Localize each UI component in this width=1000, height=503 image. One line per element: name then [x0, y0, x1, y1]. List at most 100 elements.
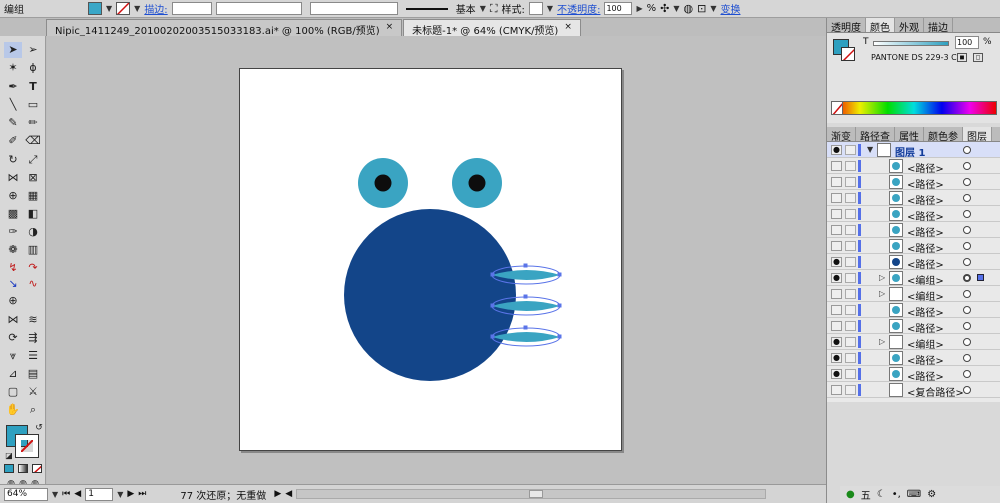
lock-toggle-icon[interactable] — [845, 257, 856, 267]
style-swatch[interactable] — [528, 2, 543, 15]
lock-toggle-icon[interactable] — [845, 177, 856, 187]
visibility-eye-icon[interactable] — [831, 321, 842, 331]
none-swatch[interactable] — [831, 101, 843, 115]
rectangle-tool-icon[interactable]: ▭ — [24, 97, 42, 113]
layer-row-main[interactable]: ● ▼ 图层 1 — [827, 142, 1000, 159]
visibility-eye-icon[interactable] — [831, 209, 842, 219]
line-tool-icon[interactable]: ╲ — [4, 97, 22, 113]
slice-tool-icon[interactable]: ⊿ — [4, 366, 22, 382]
prev-artboard-icon[interactable]: ◀ — [74, 489, 81, 499]
artboard-dropdown-icon[interactable]: ▼ — [117, 490, 123, 499]
lock-toggle-icon[interactable] — [845, 305, 856, 315]
lock-toggle-icon[interactable] — [845, 289, 856, 299]
default-colors-icon[interactable]: ◪ — [0, 448, 18, 464]
tab-color[interactable]: 颜色 — [866, 18, 895, 34]
stroke-link[interactable]: 描边: — [144, 1, 167, 16]
visibility-eye-icon[interactable]: ● — [831, 273, 842, 283]
selection-tool-icon[interactable]: ➤ — [4, 42, 22, 58]
close-icon[interactable]: × — [564, 22, 572, 36]
wave-tool-icon[interactable]: ∿ — [24, 276, 42, 292]
tray-icon[interactable]: ● — [846, 489, 855, 500]
knife-tool-icon[interactable]: ⚔ — [24, 384, 42, 400]
visibility-eye-icon[interactable]: ● — [831, 337, 842, 347]
visibility-eye-icon[interactable]: ● — [831, 257, 842, 267]
lock-toggle-icon[interactable] — [845, 353, 856, 363]
punctuation-icon[interactable]: •, — [892, 489, 901, 500]
fill-swatch[interactable] — [88, 2, 102, 15]
lasso-icon[interactable]: ϕ — [24, 60, 42, 76]
visibility-eye-icon[interactable]: ● — [831, 369, 842, 379]
tab-nipic-document[interactable]: Nipic_1411249_20100202003515033183.ai* @… — [46, 19, 403, 37]
pencil-icon[interactable]: ✏ — [24, 115, 42, 131]
eraser-icon[interactable]: ⌫ — [24, 133, 42, 149]
zoom-tool-icon[interactable]: ⌕ — [24, 402, 42, 418]
target-circle-icon[interactable] — [963, 386, 971, 394]
perspective-grid-icon[interactable]: ▦ — [24, 188, 42, 204]
color-mode-gradient-icon[interactable] — [18, 464, 28, 473]
target-circle-icon[interactable] — [963, 226, 971, 234]
target-circle-icon[interactable] — [963, 338, 971, 346]
mesh-tool-icon[interactable]: ▩ — [4, 206, 22, 222]
tab-gradient[interactable]: 渐变 — [827, 127, 856, 143]
visibility-eye-icon[interactable]: ● — [831, 353, 842, 363]
visibility-eye-icon[interactable] — [831, 241, 842, 251]
color-mode-color-icon[interactable] — [4, 464, 14, 473]
blend-tool-icon[interactable]: ◑ — [24, 224, 42, 240]
layer-row[interactable]: <路径> — [827, 174, 1000, 191]
target-circle-icon[interactable] — [963, 306, 971, 314]
lock-toggle-icon[interactable] — [845, 225, 856, 235]
layer-row[interactable]: <复合路径> — [827, 382, 1000, 399]
tab-color-guide[interactable]: 颜色参 — [924, 127, 963, 143]
target-circle-icon[interactable] — [963, 258, 971, 266]
target-circle-icon[interactable] — [963, 370, 971, 378]
selection-indicator[interactable] — [977, 274, 984, 281]
tab-appearance[interactable]: 外观 — [895, 18, 924, 34]
globe-icon[interactable]: ◍ — [684, 2, 694, 15]
target-circle-icon[interactable] — [963, 290, 971, 298]
blue-path-tool-icon[interactable]: ↘ — [4, 276, 22, 292]
align-icon[interactable]: ⊡ — [697, 2, 706, 15]
keyboard-icon[interactable]: ⌨ — [907, 489, 921, 500]
stroke-swatch[interactable] — [116, 2, 131, 15]
target-circle-icon[interactable] — [963, 146, 971, 154]
layer-row[interactable]: <路径> — [827, 222, 1000, 239]
layer-row[interactable]: ● <路径> — [827, 254, 1000, 271]
zoom-dropdown-icon[interactable]: ▼ — [52, 490, 58, 499]
recolor-dropdown-icon[interactable]: ▼ — [673, 4, 679, 13]
opacity-field[interactable]: 100 — [604, 2, 633, 15]
artboard-field[interactable]: 1 — [85, 487, 114, 501]
expand-triangle-icon[interactable]: ▷ — [879, 273, 885, 282]
wrinkle-tool-icon[interactable]: ☰ — [24, 348, 42, 364]
target-circle-icon[interactable] — [963, 210, 971, 218]
width-tool-icon[interactable]: ⋈ — [4, 170, 22, 186]
rotate-tool-icon[interactable]: ↻ — [4, 152, 22, 168]
layer-row[interactable]: ● <路径> — [827, 350, 1000, 367]
layer-row[interactable]: ▷ <编组> — [827, 286, 1000, 303]
moon-icon[interactable]: ☾ — [877, 489, 886, 500]
symbol-sprayer-icon[interactable]: ❁ — [4, 242, 22, 258]
opacity-dropdown-icon[interactable]: ▶ — [636, 4, 642, 13]
graph-tool-icon[interactable]: ▥ — [24, 242, 42, 258]
lock-toggle-icon[interactable] — [845, 161, 856, 171]
opacity-link[interactable]: 不透明度: — [557, 1, 600, 16]
layer-row[interactable]: <路径> — [827, 302, 1000, 319]
close-icon[interactable]: × — [386, 22, 394, 36]
free-transform-icon[interactable]: ⊠ — [24, 170, 42, 186]
layer-row[interactable]: <路径> — [827, 238, 1000, 255]
crystallize-tool-icon[interactable]: ⩔ — [4, 348, 22, 364]
scale-tool-icon[interactable]: ⤢ — [24, 152, 42, 168]
lock-toggle-icon[interactable] — [845, 241, 856, 251]
lock-toggle-icon[interactable] — [845, 385, 856, 395]
next-artboard-icon[interactable]: ▶ — [127, 489, 134, 499]
fill-dropdown-icon[interactable]: ▼ — [106, 4, 112, 13]
last-artboard-icon[interactable]: ⏭ — [138, 489, 146, 499]
target-circle-icon[interactable] — [963, 354, 971, 362]
spot-color-icon-2[interactable]: ◻ — [973, 53, 983, 62]
expand-triangle-icon[interactable]: ▷ — [879, 289, 885, 298]
visibility-eye-icon[interactable]: ● — [831, 145, 842, 155]
type-tool-icon[interactable]: T — [24, 79, 42, 95]
target-circle-icon[interactable] — [963, 178, 971, 186]
collapse-triangle-icon[interactable]: ▼ — [867, 145, 873, 154]
color-mode-none-icon[interactable] — [32, 464, 42, 473]
red-path-tool-icon[interactable]: ↯ — [4, 260, 22, 276]
